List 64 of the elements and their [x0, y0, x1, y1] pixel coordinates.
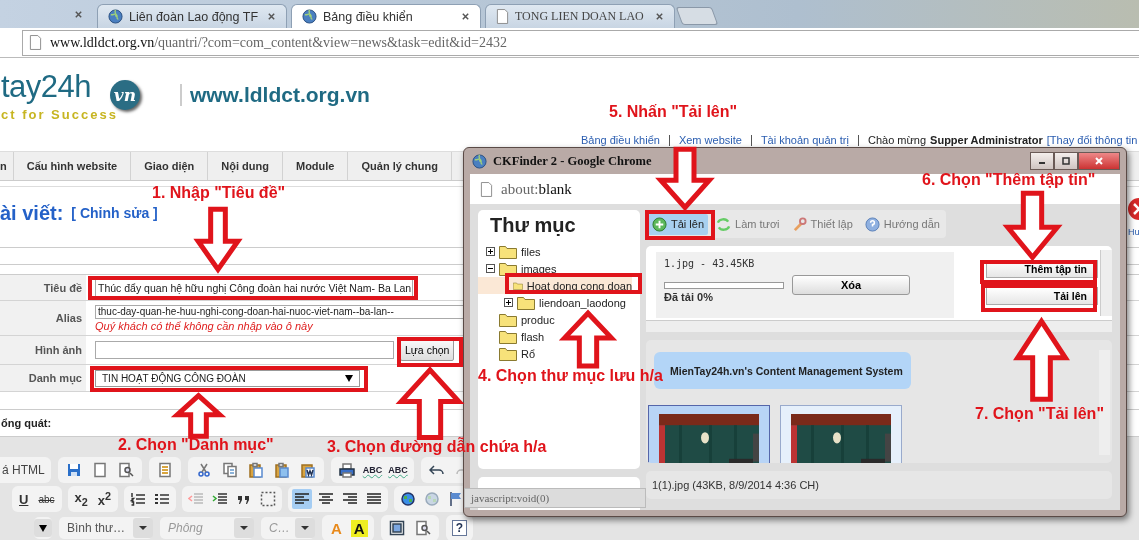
annotation-text: 2. Chọn "Danh mục"	[118, 436, 274, 454]
panel-title: Thư mục	[490, 214, 577, 237]
status-text: 1(1).jpg (43KB, 8/9/2014 4:36 CH)	[646, 471, 1112, 499]
header-link[interactable]: Tài khoản quản trị	[760, 134, 849, 146]
browser-tab[interactable]: TONG LIEN DOAN LAO	[485, 4, 675, 28]
annotation-text: 5. Nhấn "Tải lên"	[609, 103, 738, 121]
toolbar-button[interactable]: Thiết lập	[787, 213, 857, 235]
progress-text: Đã tải 0%	[664, 291, 714, 303]
edit-mode-link[interactable]: [ Chỉnh sửa ]	[71, 205, 158, 221]
link-tooltip: javascript:void(0)	[464, 488, 646, 508]
field-label: Tiêu đề	[0, 275, 86, 300]
folder-item[interactable]: Rổ	[478, 345, 632, 362]
category-dropdown[interactable]: TIN HOẠT ĐỘNG CÔNG ĐOÀN	[95, 369, 360, 387]
browser-tab[interactable]: Liên đoàn Lao động TF	[97, 4, 287, 28]
field-label: Danh mục	[0, 365, 86, 391]
logo-badge: vn	[109, 80, 140, 110]
toolbar-button[interactable]: Hướng dẫn	[860, 213, 944, 235]
folder-item[interactable]: liendoan_laodong	[478, 294, 632, 311]
nav-item[interactable]: Giao diện	[131, 152, 209, 180]
user-name: Supper Administrator	[930, 134, 1043, 146]
folder-item[interactable]: flash	[478, 328, 632, 345]
field-label: Alias	[0, 301, 86, 335]
site-name: www.ldldct.org.vn	[189, 83, 370, 107]
file-name: 1.jpg - 43.45KB	[664, 258, 756, 269]
folder-item[interactable]: files	[478, 243, 632, 260]
welcome-text: Chào mừng	[867, 134, 927, 146]
window-title: CKFinder 2 - Google Chrome	[493, 153, 652, 169]
subscript-button[interactable]: x$_{2}$	[71, 490, 91, 508]
annotation-text: 1. Nhập "Tiêu đề"	[152, 184, 286, 202]
header-link[interactable]: Xem website	[678, 134, 742, 146]
superscript-button[interactable]: x$^{2}$	[94, 489, 115, 509]
format-dropdown[interactable]: Bình thư…	[59, 517, 153, 539]
folder-item[interactable]: produc	[478, 311, 632, 328]
url-text: about:blank	[501, 180, 572, 198]
annotation-text: 6. Chọn "Thêm tập tin"	[922, 171, 1096, 189]
background-color-button[interactable]: A	[350, 519, 368, 537]
browser-tab[interactable]: Bảng điều khiển	[291, 4, 481, 28]
tab-label: Bảng điều khiển	[323, 9, 414, 24]
annotation-text: 7. Chọn "Tải lên"	[975, 405, 1104, 423]
underline-button[interactable]: U	[16, 491, 32, 507]
nav-item[interactable]: Cấu hình website	[13, 152, 132, 180]
nav-item[interactable]: n	[0, 152, 14, 180]
address-field[interactable]: www.ldldct.org.vn/quantri/?com=com_content&view=news&task=edit&id=2432	[22, 29, 1139, 56]
header-link[interactable]: Bảng điều khiển	[581, 134, 660, 146]
profile-link[interactable]: [Thay đổi thông tin	[1046, 134, 1138, 146]
cancel-label[interactable]: Hu	[1128, 227, 1139, 237]
annotation-text: 4. Chọn thư mục lưu h/a	[478, 367, 663, 385]
help-button[interactable]: ?	[451, 520, 468, 536]
toolbar-button[interactable]: Làm tươi	[712, 213, 784, 235]
tab-label: Liên đoàn Lao động TF	[129, 9, 260, 24]
field-label: Hình ảnh	[0, 336, 86, 364]
remove-button[interactable]: Xóa	[792, 275, 910, 295]
nav-item[interactable]: Quản lý chung	[348, 152, 452, 180]
page-title: ài viết:	[0, 201, 64, 225]
spellcheck-button[interactable]: ABC	[388, 465, 408, 475]
strikethrough-button[interactable]: abc	[35, 493, 58, 505]
folder-item[interactable]: images	[478, 260, 632, 277]
nav-item[interactable]: Module	[283, 152, 349, 180]
nav-item[interactable]: Nội dung	[208, 152, 283, 180]
url-text: www.ldldct.org.vn/quantri/?com=com_content&view=news&task=edit&id=2432	[50, 34, 507, 51]
tab-label: TONG LIEN DOAN LAO	[515, 9, 645, 24]
spellcheck-button[interactable]: ABC	[362, 465, 383, 475]
field-hint: Quý khách có thể không cần nhập vào ô này	[95, 319, 313, 332]
logo-text: tay24h	[1, 67, 93, 105]
